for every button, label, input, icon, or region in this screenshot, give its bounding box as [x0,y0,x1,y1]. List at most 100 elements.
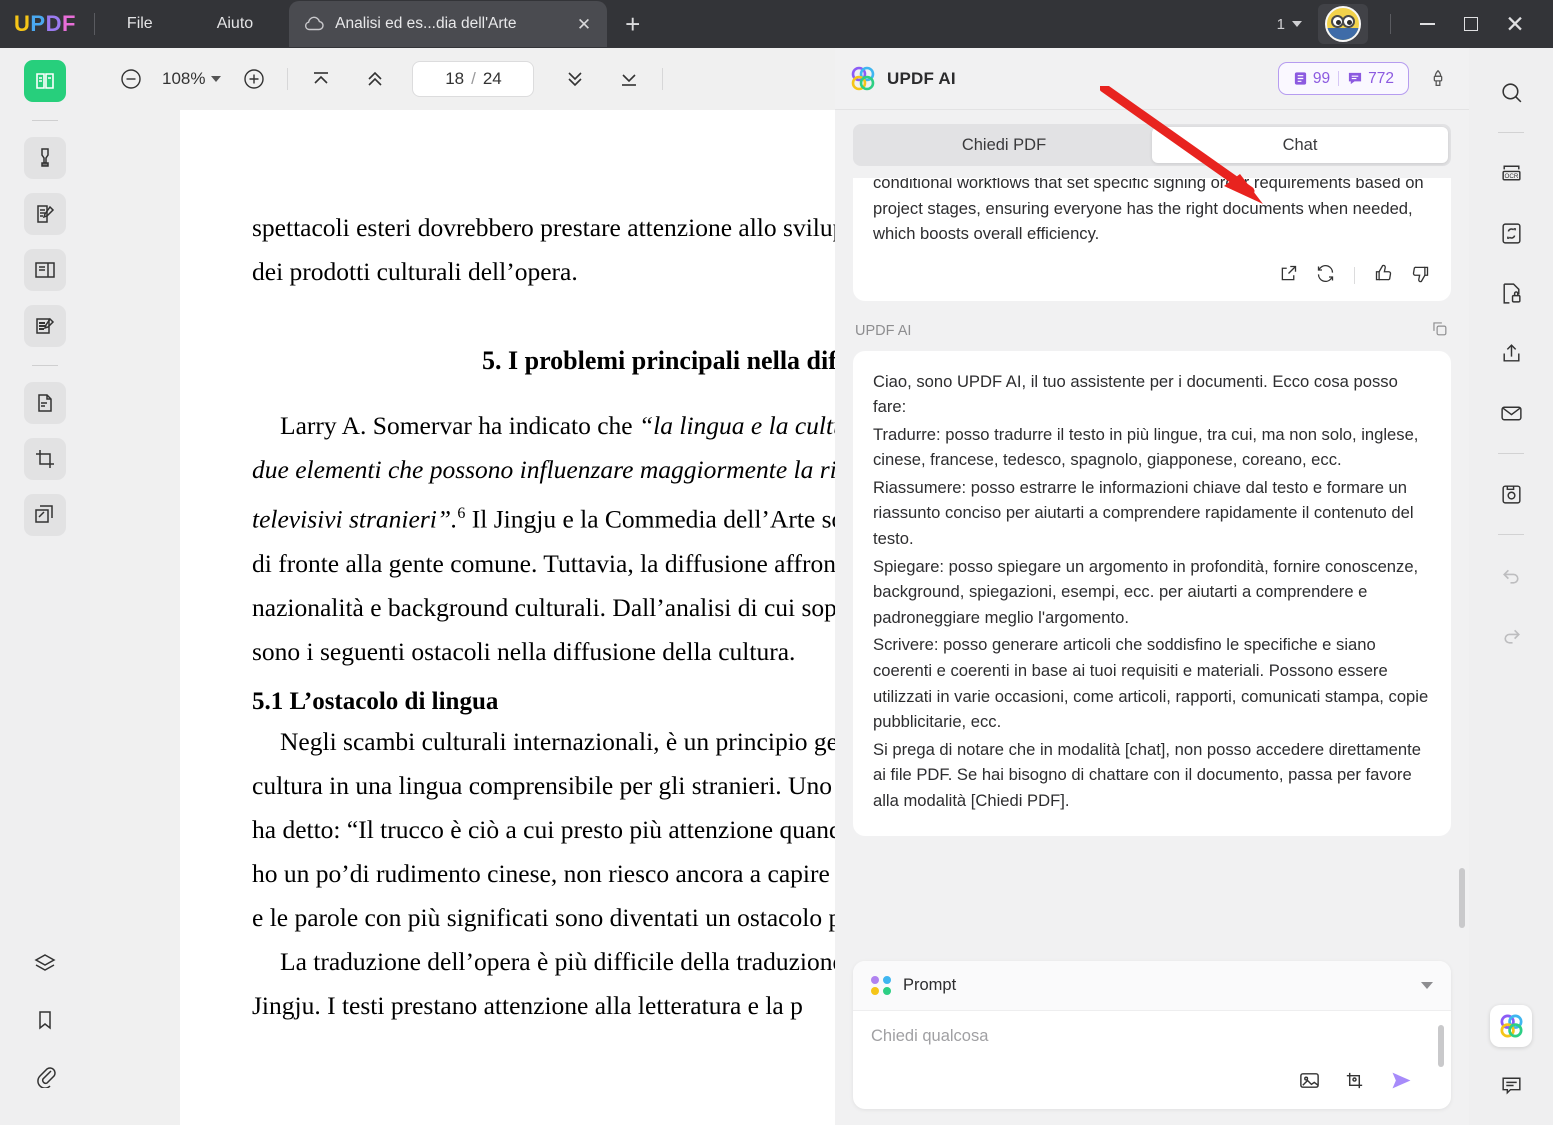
left-sidebar [0,48,90,1125]
maximize-icon [1464,17,1478,31]
send-icon[interactable] [1388,1067,1415,1099]
screenshot-icon[interactable] [1343,1069,1366,1097]
chat-message-list[interactable]: conditional workflows that set specific … [835,178,1469,947]
divider [1498,132,1524,133]
avatar-body [1327,28,1359,40]
close-icon[interactable]: ✕ [575,16,593,33]
avatar-button[interactable] [1318,4,1368,44]
sidebar-item-page-thumbnails[interactable] [24,382,66,424]
menu-aiuto[interactable]: Aiuto [203,9,267,39]
updf-ai-flower-icon [849,65,877,93]
right-sidebar-bottom [1489,1005,1533,1125]
document-credit: 99 [1288,70,1335,88]
chat-message-partial: conditional workflows that set specific … [853,178,1451,301]
sidebar-item-layers[interactable] [24,943,66,985]
updf-ai-flower-icon [1500,1014,1522,1037]
sidebar-item-undo[interactable] [1489,553,1533,597]
close-window-button[interactable]: ✕ [1493,2,1537,46]
sidebar-item-reader-mode[interactable] [24,60,66,102]
export-icon[interactable] [1278,263,1299,289]
doc-heading-5: 5. I problemi principali nella diffu [481,346,860,375]
sidebar-item-ocr[interactable]: OCR [1489,151,1533,195]
sidebar-item-form-fill[interactable] [24,305,66,347]
minimize-button[interactable] [1405,2,1449,46]
chat-credit-icon [1349,72,1362,85]
divider [32,120,58,121]
right-sidebar: OCR [1469,48,1553,1125]
first-page-button[interactable] [302,60,340,98]
menu-file[interactable]: File [113,9,167,39]
zoom-out-button[interactable] [112,60,150,98]
divider [287,68,289,90]
ai-panel-header: UPDF AI 99 772 [835,48,1469,110]
total-pages: 24 [482,69,502,88]
sidebar-item-page-organize[interactable] [24,249,66,291]
sidebar-item-redo[interactable] [1489,613,1533,657]
sidebar-item-compare-files[interactable] [24,494,66,536]
new-tab-button[interactable]: + [625,9,640,40]
message-text: conditional workflows that set specific … [873,178,1424,243]
thumbs-down-icon[interactable] [1410,263,1431,289]
last-page-button[interactable] [610,60,648,98]
pdf-pane: 108% 18 / 24 spettacoli esteri dovrebber… [90,48,908,1125]
chat-message-assistant: Ciao, sono UPDF AI, il tuo assistente pe… [853,350,1451,836]
doc-paragraph: di fronte alla gente comune. Tuttavia, l… [252,548,844,578]
main-body: 108% 18 / 24 spettacoli esteri dovrebber… [0,48,1553,1125]
updf-ai-launch-button[interactable] [1490,1005,1532,1047]
next-page-button[interactable] [556,60,594,98]
prompt-selector[interactable]: Prompt [853,961,1451,1011]
doc-paragraph: nazionalità e background culturali. Dall… [252,592,864,622]
document-tab[interactable]: Analisi ed es...dia dell'Arte ✕ [289,1,608,47]
maximize-button[interactable] [1449,2,1493,46]
input-scrollbar[interactable] [1438,1025,1444,1067]
sidebar-item-email[interactable] [1489,391,1533,435]
sidebar-item-bookmarks[interactable] [24,999,66,1041]
insert-image-icon[interactable] [1298,1069,1321,1097]
sidebar-item-convert[interactable] [1489,211,1533,255]
sidebar-item-highlight-tool[interactable] [24,137,66,179]
divider [32,365,58,366]
prev-page-button[interactable] [356,60,394,98]
tab-chat[interactable]: Chat [1152,127,1448,163]
chat-input-area[interactable]: Chiedi qualcosa [853,1011,1451,1109]
tab-chiedi-pdf[interactable]: Chiedi PDF [856,127,1152,163]
zoom-in-button[interactable] [235,60,273,98]
chevron-down-icon[interactable] [211,76,222,82]
zoom-level[interactable]: 108% [162,69,205,89]
divider [1498,453,1524,454]
page-number-input[interactable]: 18 / 24 [412,61,535,97]
sidebar-item-crop-pages[interactable] [24,438,66,480]
doc-paragraph: La traduzione dell’opera è più difficile… [280,946,875,976]
thumbs-up-icon[interactable] [1373,263,1394,289]
svg-text:OCR: OCR [1504,172,1518,179]
sidebar-item-attachments[interactable] [24,1055,66,1097]
composer-actions [1298,1067,1415,1099]
copy-icon[interactable] [1430,319,1449,343]
sidebar-item-protect[interactable] [1489,271,1533,315]
chat-credit: 772 [1342,70,1399,88]
account-selector[interactable]: 1 [1269,10,1310,39]
doc-paragraph: sono i seguenti ostacoli nella diffusion… [252,636,796,666]
sidebar-item-comments[interactable] [1489,1063,1533,1107]
message-sender-row: UPDF AI [853,307,1451,351]
regenerate-icon[interactable] [1315,263,1336,289]
document-credit-icon [1294,72,1306,85]
chevron-down-icon[interactable] [1421,982,1433,989]
message-line: Scrivere: posso generare articoli che so… [873,635,1429,732]
divider [1498,534,1524,535]
window-controls-group: 1 ✕ [1269,2,1553,46]
sidebar-item-share[interactable] [1489,331,1533,375]
credits-badge[interactable]: 99 772 [1277,62,1409,95]
tab-title: Analisi ed es...dia dell'Arte [335,15,517,32]
brush-clear-icon[interactable] [1423,64,1453,94]
pdf-page[interactable]: spettacoli esteri dovrebbero prestare at… [180,110,908,1125]
doc-paragraph: ha detto: “Il trucco è ciò a cui presto … [252,814,887,844]
ai-mode-tabs: Chiedi PDF Chat [835,110,1469,178]
page-separator: / [471,69,476,88]
sidebar-item-search[interactable] [1489,70,1533,114]
title-bar: U P D F File Aiuto Analisi ed es...dia d… [0,0,1553,48]
doc-paragraph: dei prodotti culturali dell’opera. [252,257,578,286]
sidebar-item-edit-pdf[interactable] [24,193,66,235]
chat-scrollbar[interactable] [1459,868,1465,928]
sidebar-item-save[interactable] [1489,472,1533,516]
